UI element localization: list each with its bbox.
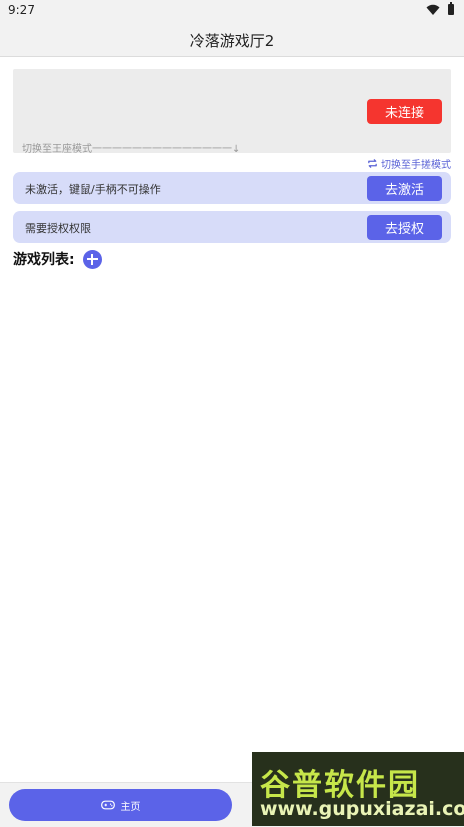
connect-button[interactable]: 未连接 bbox=[367, 99, 442, 124]
activation-status-text: 未激活，键鼠/手柄不可操作 bbox=[25, 183, 161, 196]
gamepad-icon bbox=[100, 800, 115, 810]
status-bar: 9:27 bbox=[0, 0, 464, 22]
nav-tab-home-label: 主页 bbox=[120, 801, 141, 813]
wifi-icon bbox=[426, 4, 440, 15]
game-list-label: 游戏列表: bbox=[13, 252, 75, 268]
connection-panel: 未连接 切换至王座模式一一一一一一一一一一一一一一↓ bbox=[13, 69, 451, 155]
watermark: 谷普软件园 www.gupuxiazai.com bbox=[252, 752, 464, 826]
switch-manual-mode-link[interactable]: 切换至手搓模式 bbox=[367, 156, 451, 171]
authorize-button[interactable]: 去授权 bbox=[367, 215, 442, 240]
swap-icon bbox=[368, 159, 377, 168]
authorization-row: 需要授权权限 去授权 bbox=[13, 211, 451, 243]
nav-tab-home[interactable]: 主页 bbox=[9, 789, 232, 821]
activate-button[interactable]: 去激活 bbox=[367, 176, 442, 201]
app-bar: 冷落游戏厅2 bbox=[0, 22, 464, 57]
switch-manual-mode-label: 切换至手搓模式 bbox=[381, 160, 451, 171]
page-title: 冷落游戏厅2 bbox=[189, 32, 275, 50]
watermark-url: www.gupuxiazai.com bbox=[260, 798, 464, 820]
throne-mode-switch[interactable]: 切换至王座模式一一一一一一一一一一一一一一↓ bbox=[22, 140, 240, 155]
status-time: 9:27 bbox=[8, 3, 35, 17]
add-game-icon[interactable] bbox=[82, 249, 102, 269]
game-list-header: 游戏列表: bbox=[13, 249, 102, 269]
authorization-status-text: 需要授权权限 bbox=[25, 222, 91, 235]
activation-row: 未激活，键鼠/手柄不可操作 去激活 bbox=[13, 172, 451, 204]
battery-icon bbox=[448, 2, 454, 15]
